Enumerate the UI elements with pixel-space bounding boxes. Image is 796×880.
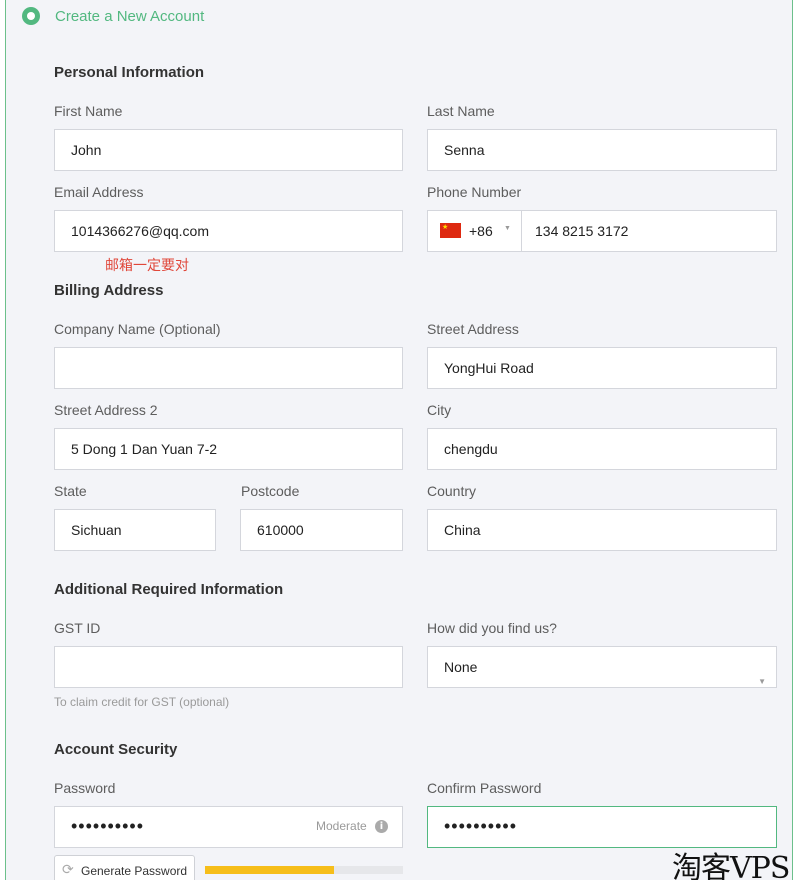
watermark: 淘客VPS xyxy=(672,851,790,880)
state-input[interactable]: Sichuan xyxy=(54,509,216,551)
email-input[interactable]: 1014366276@qq.com xyxy=(54,210,403,252)
gst-label: GST ID xyxy=(54,620,101,636)
phone-input[interactable]: 134 8215 3172 xyxy=(535,223,628,239)
street2-input[interactable]: 5 Dong 1 Dan Yuan 7-2 xyxy=(54,428,403,470)
city-label: City xyxy=(427,402,452,418)
security-section-title: Account Security xyxy=(54,741,178,758)
info-icon[interactable]: i xyxy=(375,820,388,833)
street2-label: Street Address 2 xyxy=(54,402,158,418)
generate-password-label: Generate Password xyxy=(81,864,188,878)
first-name-input[interactable]: John xyxy=(54,129,403,171)
country-select[interactable]: China xyxy=(427,509,777,551)
find-us-label: How did you find us? xyxy=(427,620,557,636)
section-radio-icon[interactable] xyxy=(22,7,40,25)
last-name-label: Last Name xyxy=(427,103,495,119)
password-strength-text: Moderate xyxy=(316,819,367,833)
find-us-value: None xyxy=(444,659,478,675)
email-label: Email Address xyxy=(54,184,144,200)
city-input[interactable]: chengdu xyxy=(427,428,777,470)
postcode-label: Postcode xyxy=(241,483,300,499)
password-strength-bar xyxy=(205,866,403,874)
find-us-select[interactable]: None ▼ xyxy=(427,646,777,688)
first-name-label: First Name xyxy=(54,103,123,119)
refresh-icon: ⟳ xyxy=(62,862,74,878)
generate-password-button[interactable]: ⟳ Generate Password xyxy=(54,855,195,880)
street-input[interactable]: YongHui Road xyxy=(427,347,777,389)
email-note: 邮箱一定要对 xyxy=(105,258,189,274)
country-label: Country xyxy=(427,483,477,499)
gst-input[interactable] xyxy=(54,646,403,688)
country-code-select[interactable]: ★ +86 ▼ xyxy=(428,211,522,251)
additional-section-title: Additional Required Information xyxy=(54,581,284,598)
password-label: Password xyxy=(54,780,116,796)
company-input[interactable] xyxy=(54,347,403,389)
phone-label: Phone Number xyxy=(427,184,522,200)
country-code-value: +86 xyxy=(469,223,493,239)
postcode-input[interactable]: 610000 xyxy=(240,509,403,551)
china-flag-icon: ★ xyxy=(440,223,461,238)
form-title: Create a New Account xyxy=(55,8,205,25)
password-strength-fill xyxy=(205,866,334,874)
state-label: State xyxy=(54,483,87,499)
street-label: Street Address xyxy=(427,321,519,337)
phone-field: ★ +86 ▼ 134 8215 3172 xyxy=(427,210,777,252)
gst-help-text: To claim credit for GST (optional) xyxy=(54,695,230,709)
caret-down-icon: ▼ xyxy=(504,225,511,232)
personal-section-title: Personal Information xyxy=(54,64,205,81)
billing-section-title: Billing Address xyxy=(54,282,164,299)
confirm-password-input[interactable]: •••••••••• xyxy=(427,806,777,848)
confirm-password-label: Confirm Password xyxy=(427,780,542,796)
last-name-input[interactable]: Senna xyxy=(427,129,777,171)
company-label: Company Name (Optional) xyxy=(54,321,221,337)
caret-down-icon: ▼ xyxy=(758,677,766,686)
